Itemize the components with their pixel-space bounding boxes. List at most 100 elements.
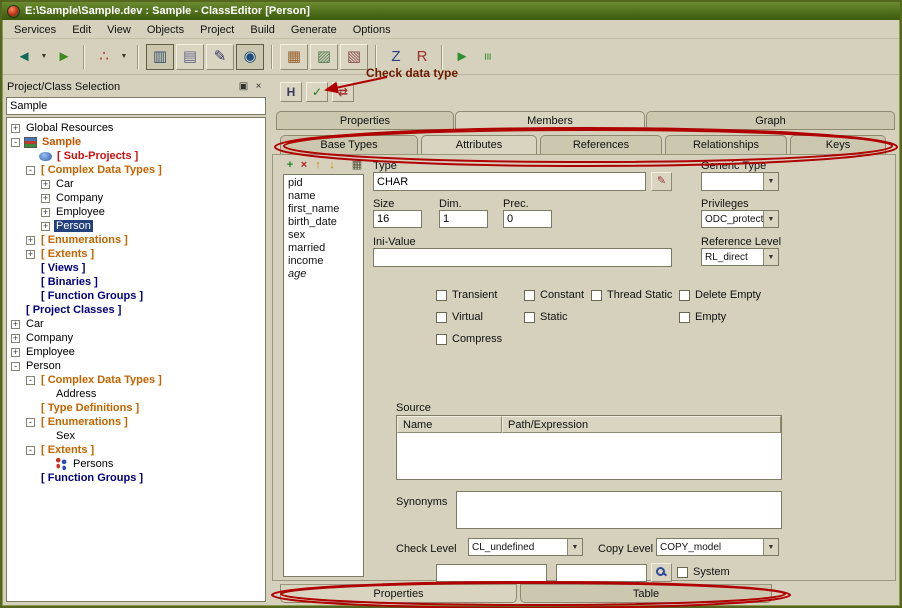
tree-item-extents[interactable]: -[ Extents ] [7,443,265,457]
reports-icon[interactable]: ▧ [340,44,368,70]
checkbox-empty[interactable]: Empty [679,311,726,323]
prec-input[interactable] [503,210,552,228]
tab-relationships[interactable]: Relationships [665,135,787,155]
menu-view[interactable]: View [99,22,139,38]
expand-icon[interactable]: + [26,236,35,245]
objects-icon[interactable]: ∴ [92,44,116,69]
tree-item-sample[interactable]: -Sample [7,135,265,149]
tree-item-persons[interactable]: Persons [7,457,265,471]
tree-item-sub-projects[interactable]: [ Sub-Projects ] [7,149,265,163]
expand-icon[interactable]: + [11,334,20,343]
tree-item-employee[interactable]: +Employee [7,345,265,359]
dock-panel-icon[interactable]: ▣ [237,80,250,93]
run-generate-icon[interactable]: ► [450,44,474,69]
tree-item-function-groups[interactable]: [ Function Groups ] [7,471,265,485]
move-down-icon[interactable]: ↓ [325,159,339,173]
size-input[interactable] [373,210,422,228]
tree-item-views[interactable]: [ Views ] [7,261,265,275]
column-name[interactable]: Name [397,416,502,433]
checkbox-virtual[interactable]: Virtual [436,311,483,323]
delete-attribute-icon[interactable]: × [297,159,311,173]
title-bar[interactable]: E:\Sample\Sample.dev : Sample - ClassEdi… [2,2,900,20]
expand-icon[interactable]: + [11,320,20,329]
back-arrow-icon[interactable]: ◄ [12,44,36,69]
copy-definition-icon[interactable]: ⇄ [332,82,354,102]
class-filter-input[interactable] [6,97,266,115]
source-editor-icon[interactable]: ✎ [206,44,234,70]
expand-icon[interactable]: + [26,250,35,259]
reference-level-select[interactable]: RL_direct ▼ [701,248,779,266]
collapse-icon[interactable]: - [11,362,20,371]
attribute-sex[interactable]: sex [284,229,363,242]
column-path-expression[interactable]: Path/Expression [502,416,781,433]
attribute-income[interactable]: income [284,255,363,268]
tree-item-car[interactable]: +Car [7,317,265,331]
tree-item-person[interactable]: +Person [7,219,265,233]
forward-arrow-icon[interactable]: ► [52,44,76,69]
close-panel-icon[interactable]: × [252,80,265,93]
math-tools-icon[interactable]: ▦ [280,44,308,70]
collapse-icon[interactable]: - [26,418,35,427]
checkbox-thread-static[interactable]: Thread Static [591,289,672,301]
tree-item-employee[interactable]: +Employee [7,205,265,219]
collapse-icon[interactable]: - [26,166,35,175]
lookup-field-1[interactable] [436,564,547,582]
tab-properties[interactable]: Properties [280,584,517,603]
tree-item-company[interactable]: +Company [7,191,265,205]
search-button[interactable] [651,563,672,582]
source-table-body[interactable] [397,433,781,479]
attribute-married[interactable]: married [284,242,363,255]
table-view-icon[interactable]: ▦ [350,159,364,173]
menu-build[interactable]: Build [242,22,282,38]
tab-properties[interactable]: Properties [276,111,454,130]
expand-icon[interactable]: + [41,194,50,203]
check-level-select[interactable]: CL_undefined ▼ [468,538,583,556]
tree-item-binaries[interactable]: [ Binaries ] [7,275,265,289]
attribute-first-name[interactable]: first_name [284,203,363,216]
tree-item-complex-data-types[interactable]: -[ Complex Data Types ] [7,163,265,177]
checkbox-compress[interactable]: Compress [436,333,502,345]
checkbox-constant[interactable]: Constant [524,289,584,301]
checkbox-static[interactable]: Static [524,311,568,323]
select-type-button[interactable]: ✎ [651,172,672,191]
class-browser-icon[interactable]: ◉ [236,44,264,70]
tree-item-company[interactable]: +Company [7,331,265,345]
privileges-select[interactable]: ODC_protected ▼ [701,210,779,228]
attribute-age[interactable]: age [284,268,363,281]
move-up-icon[interactable]: ↑ [311,159,325,173]
check-data-type-icon[interactable]: ✓ [306,82,328,102]
generic-type-select[interactable]: ▼ [701,172,779,191]
tree-item-enumerations[interactable]: -[ Enumerations ] [7,415,265,429]
tab-attributes[interactable]: Attributes [421,135,537,155]
class-list-icon[interactable]: ▥ [146,44,174,70]
sort-z-icon[interactable]: Z [384,44,408,69]
attribute-pid[interactable]: pid [284,177,363,190]
checkbox-delete-empty[interactable]: Delete Empty [679,289,761,301]
calculator-icon[interactable]: ▨ [310,44,338,70]
synonyms-input[interactable] [456,491,782,529]
ini-value-input[interactable] [373,248,672,267]
objects-dropdown-icon[interactable]: ▼ [118,44,130,69]
tree-item-global-resources[interactable]: +Global Resources [7,121,265,135]
lookup-field-2[interactable] [556,564,647,582]
tree-item-function-groups[interactable]: [ Function Groups ] [7,289,265,303]
expand-icon[interactable]: + [41,222,50,231]
rename-icon[interactable]: R [410,44,434,69]
tab-base-types[interactable]: Base Types [280,135,418,155]
expand-icon[interactable]: + [11,348,20,357]
header-tool-icon[interactable]: H [280,82,302,102]
menu-project[interactable]: Project [192,22,242,38]
collapse-icon[interactable]: - [26,376,35,385]
tree-item-car[interactable]: +Car [7,177,265,191]
copy-level-select[interactable]: COPY_model ▼ [656,538,779,556]
tab-table[interactable]: Table [520,584,772,603]
tree-item-person[interactable]: -Person [7,359,265,373]
menu-generate[interactable]: Generate [283,22,345,38]
collapse-icon[interactable]: - [11,138,20,147]
checkbox-system[interactable]: System [677,566,730,578]
levels-icon[interactable]: ≡ [476,44,500,69]
expand-icon[interactable]: + [41,208,50,217]
tab-references[interactable]: References [540,135,662,155]
menu-services[interactable]: Services [6,22,64,38]
menu-objects[interactable]: Objects [139,22,192,38]
